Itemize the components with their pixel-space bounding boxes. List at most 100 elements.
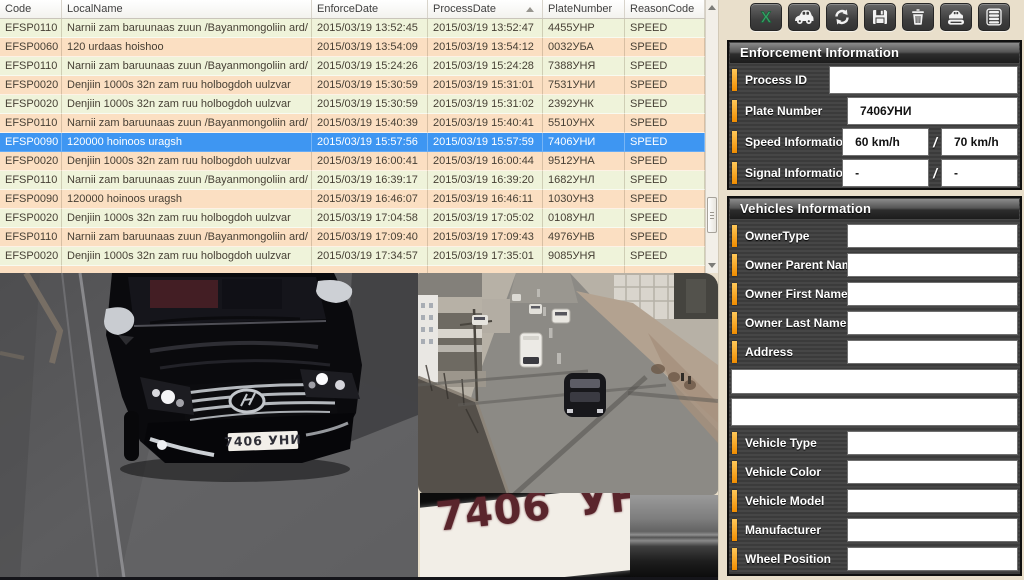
owner-first-name-row: Owner First Name — [729, 282, 1020, 306]
owner-type-field[interactable] — [847, 224, 1018, 248]
address-field[interactable] — [847, 340, 1018, 364]
cell-platenumber: 0032УБА — [543, 38, 625, 57]
table-row[interactable]: EFSP0110Narnii zam baruunaas zuun /Bayan… — [0, 171, 705, 190]
cell-processdate: 2015/03/19 15:57:59 — [428, 133, 543, 152]
measured-speed-field[interactable]: 60 km/h — [842, 128, 929, 156]
vehicle-button[interactable] — [788, 3, 820, 31]
table-row[interactable]: EFSP0110Narnii zam baruunaas zuun /Bayan… — [0, 228, 705, 247]
owner-last-name-field[interactable] — [847, 311, 1018, 335]
cell-reasoncode: SPEED — [625, 228, 705, 247]
speed-information-label: Speed Information — [745, 135, 850, 149]
table-row[interactable]: EFSP0090120000 hoinoos uragsh2015/03/19 … — [0, 133, 705, 152]
vehicle-type-field[interactable] — [847, 431, 1018, 455]
cell-platenumber: 4455УНР — [543, 19, 625, 38]
scroll-up-arrow-icon[interactable] — [708, 5, 716, 10]
vehicle-plate-text: 7406 УНИ — [224, 432, 302, 450]
vehicle-photo-art: 7406 УНИ — [0, 273, 418, 578]
cell-platenumber: 9085УНЯ — [543, 247, 625, 266]
manufacturer-field[interactable] — [847, 518, 1018, 542]
cell-platenumber: 1030УНЗ — [543, 190, 625, 209]
sort-ascending-icon — [526, 7, 534, 12]
signal-value-field[interactable]: - — [842, 159, 929, 187]
scrollbar-thumb[interactable] — [707, 197, 717, 233]
process-id-field[interactable] — [829, 66, 1018, 94]
column-header-code[interactable]: Code — [0, 0, 62, 18]
column-header-label: ReasonCode — [630, 3, 694, 15]
signal-information-row: Signal Information - / - — [729, 159, 1020, 187]
cell-code: EFSP0090 — [0, 190, 62, 209]
cell — [0, 266, 62, 273]
cell-processdate: 2015/03/19 13:54:12 — [428, 38, 543, 57]
cell-localname: Narnii zam baruunaas zuun /Bayanmongolii… — [62, 19, 312, 38]
cell-processdate: 2015/03/19 13:52:47 — [428, 19, 543, 38]
plate-crop-background — [630, 495, 718, 578]
table-row[interactable]: EFSP0020Denjiin 1000s 32n zam ruu holbog… — [0, 76, 705, 95]
accent-bar — [732, 519, 737, 541]
column-header-label: ProcessDate — [433, 3, 496, 15]
plate-number-field[interactable]: 7406УНИ — [847, 97, 1018, 125]
save-button[interactable] — [864, 3, 896, 31]
grid-header: CodeLocalName EnforceDate ProcessDate Plate… — [0, 0, 705, 19]
cell-reasoncode: SPEED — [625, 171, 705, 190]
owner-parent-name-field[interactable] — [847, 253, 1018, 277]
table-row[interactable]: EFSP0060120 urdaas hoishoo2015/03/19 13:… — [0, 38, 705, 57]
cell-reasoncode: SPEED — [625, 152, 705, 171]
list-button[interactable] — [978, 3, 1010, 31]
column-header-localname[interactable]: LocalName — [62, 0, 312, 18]
cell-localname: Narnii zam baruunaas zuun /Bayanmongolii… — [62, 228, 312, 247]
owner-first-name-field[interactable] — [847, 282, 1018, 306]
detail-sidebar: X — [718, 0, 1024, 580]
delete-button[interactable] — [902, 3, 934, 31]
vehicle-model-field[interactable] — [847, 489, 1018, 513]
cell-localname: 120000 hoinoos uragsh — [62, 190, 312, 209]
cell — [428, 266, 543, 273]
column-header-label: PlateNumber — [548, 3, 612, 15]
process-id-label: Process ID — [745, 73, 807, 87]
vehicle-color-field[interactable] — [847, 460, 1018, 484]
cell — [312, 266, 428, 273]
enforcement-panel: Enforcement Information Process ID Plate… — [727, 40, 1022, 190]
column-header-label: EnforceDate — [317, 3, 378, 15]
table-row[interactable]: EFSP0020Denjiin 1000s 32n zam ruu holbog… — [0, 209, 705, 228]
export-excel-button[interactable]: X — [750, 3, 782, 31]
cell — [625, 266, 705, 273]
address-line2-field[interactable] — [731, 369, 1018, 394]
refresh-button[interactable] — [826, 3, 858, 31]
cell-platenumber: 7531УНИ — [543, 76, 625, 95]
cell-processdate: 2015/03/19 15:31:01 — [428, 76, 543, 95]
speed-limit-field[interactable]: 70 km/h — [941, 128, 1018, 156]
cell-enforcedate: 2015/03/19 16:00:41 — [312, 152, 428, 171]
table-row[interactable]: EFSP0020Denjiin 1000s 32n zam ruu holbog… — [0, 95, 705, 114]
signal-separator: / — [933, 165, 937, 181]
wheel-position-field[interactable] — [847, 547, 1018, 571]
cell-enforcedate: 2015/03/19 17:04:58 — [312, 209, 428, 228]
table-row[interactable]: EFSP0110Narnii zam baruunaas zuun /Bayan… — [0, 19, 705, 38]
table-row[interactable]: EFSP0020Denjiin 1000s 32n zam ruu holbog… — [0, 152, 705, 171]
signal-information-label: Signal Information — [745, 166, 850, 180]
table-row[interactable]: EFSP0020Denjiin 1000s 32n zam ruu holbog… — [0, 247, 705, 266]
cell-code: EFSP0020 — [0, 209, 62, 228]
accent-bar — [732, 490, 737, 512]
vertical-scrollbar[interactable] — [705, 0, 718, 273]
speed-information-row: Speed Information 60 km/h / 70 km/h — [729, 128, 1020, 156]
owner-type-label: OwnerType — [745, 229, 809, 243]
cell-processdate: 2015/03/19 17:05:02 — [428, 209, 543, 228]
vehicle-report-button[interactable] — [940, 3, 972, 31]
cell-reasoncode: SPEED — [625, 209, 705, 228]
column-header-reasoncode[interactable]: ReasonCode — [625, 0, 705, 18]
column-header-enforcedate[interactable]: EnforceDate — [312, 0, 428, 18]
process-id-row: Process ID — [729, 66, 1020, 94]
address-line3-field[interactable] — [731, 398, 1018, 426]
cell-enforcedate: 2015/03/19 15:24:26 — [312, 57, 428, 76]
column-header-processdate[interactable]: ProcessDate — [428, 0, 543, 18]
scroll-down-arrow-icon[interactable] — [708, 263, 716, 268]
car-icon — [793, 7, 815, 27]
cell-code: EFSP0110 — [0, 228, 62, 247]
table-row[interactable]: EFSP0110Narnii zam baruunaas zuun /Bayan… — [0, 57, 705, 76]
plate-number-row: Plate Number 7406УНИ — [729, 97, 1020, 125]
table-row[interactable]: EFSP0090120000 hoinoos uragsh2015/03/19 … — [0, 190, 705, 209]
column-header-platenumber[interactable]: PlateNumber — [543, 0, 625, 18]
cell-localname: 120 urdaas hoishoo — [62, 38, 312, 57]
signal-limit-field[interactable]: - — [941, 159, 1018, 187]
table-row[interactable]: EFSP0110Narnii zam baruunaas zuun /Bayan… — [0, 114, 705, 133]
